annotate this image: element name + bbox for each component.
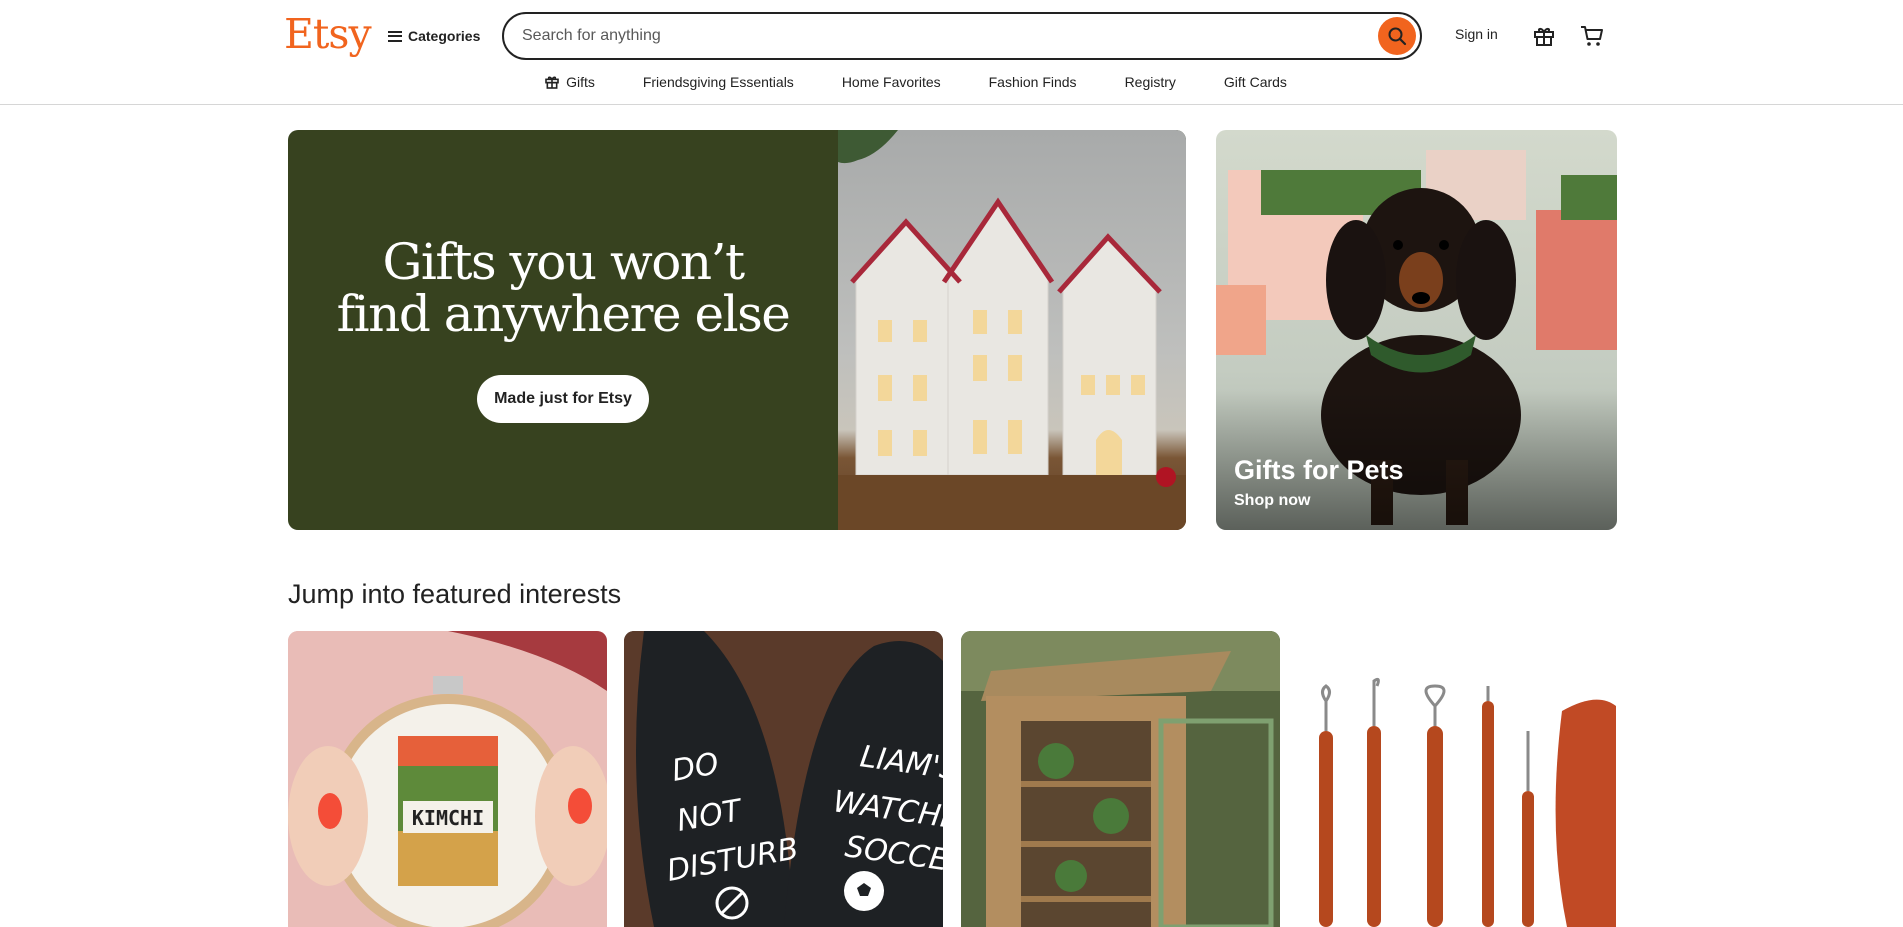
pottery-tools-image bbox=[1297, 631, 1616, 927]
site-header: Etsy Categories Sign in bbox=[0, 0, 1903, 105]
search-bar bbox=[502, 12, 1422, 60]
featured-tile-cross-stitch[interactable]: KIMCHI bbox=[288, 631, 607, 927]
kimchi-cross-stitch-image: KIMCHI bbox=[288, 631, 607, 927]
nav-item-gift-cards[interactable]: Gift Cards bbox=[1224, 74, 1287, 90]
nav-item-fashion-finds[interactable]: Fashion Finds bbox=[989, 74, 1077, 90]
featured-tile-plant-cabinet[interactable] bbox=[961, 631, 1280, 927]
shop-now-link[interactable]: Shop now bbox=[1234, 492, 1310, 510]
gift-button[interactable] bbox=[1530, 22, 1558, 50]
nav-item-registry[interactable]: Registry bbox=[1125, 74, 1176, 90]
nav-item-friendsgiving[interactable]: Friendsgiving Essentials bbox=[643, 74, 794, 90]
hero-title: Gifts you won’t find anywhere else bbox=[288, 236, 838, 340]
gift-icon bbox=[545, 76, 559, 89]
nav-item-label: Gifts bbox=[566, 74, 595, 90]
search-icon bbox=[1388, 27, 1407, 46]
featured-tile-pottery-tools[interactable] bbox=[1297, 631, 1616, 927]
search-input[interactable] bbox=[522, 14, 1362, 58]
promo-title: Gifts for Pets bbox=[1234, 455, 1404, 485]
nav-item-home-favorites[interactable]: Home Favorites bbox=[842, 74, 941, 90]
hero-image-ceramic-houses bbox=[838, 130, 1186, 530]
hero-title-line: find anywhere else bbox=[336, 285, 791, 343]
categories-label: Categories bbox=[408, 28, 481, 44]
sign-in-link[interactable]: Sign in bbox=[1455, 26, 1498, 42]
plant-cabinet-image bbox=[961, 631, 1280, 927]
search-button[interactable] bbox=[1378, 17, 1416, 55]
hero-banner[interactable]: Gifts you won’t find anywhere else Made … bbox=[288, 130, 1186, 530]
etsy-logo[interactable]: Etsy bbox=[284, 10, 372, 58]
gift-icon bbox=[1534, 28, 1554, 46]
menu-icon bbox=[388, 30, 402, 42]
top-nav: Gifts Friendsgiving Essentials Home Favo… bbox=[0, 70, 1903, 94]
cart-button[interactable] bbox=[1578, 22, 1606, 50]
gifts-for-pets-card[interactable]: Gifts for Pets Shop now bbox=[1216, 130, 1617, 530]
nav-item-gifts[interactable]: Gifts bbox=[544, 74, 595, 90]
kimchi-text: KIMCHI bbox=[412, 806, 484, 830]
made-just-for-etsy-button[interactable]: Made just for Etsy bbox=[477, 375, 649, 423]
hero-text-panel: Gifts you won’t find anywhere else Made … bbox=[288, 130, 838, 530]
soccer-socks-image: DO NOT DISTURB LIAM'S WATCHING SOCCER bbox=[624, 631, 943, 927]
featured-interests-heading: Jump into featured interests bbox=[288, 579, 622, 609]
featured-tile-socks[interactable]: DO NOT DISTURB LIAM'S WATCHING SOCCER bbox=[624, 631, 943, 927]
ceramic-houses-illustration bbox=[838, 130, 1186, 530]
categories-button[interactable]: Categories bbox=[388, 24, 480, 48]
hero-title-line: Gifts you won’t bbox=[382, 233, 745, 291]
cart-icon bbox=[1581, 26, 1603, 46]
